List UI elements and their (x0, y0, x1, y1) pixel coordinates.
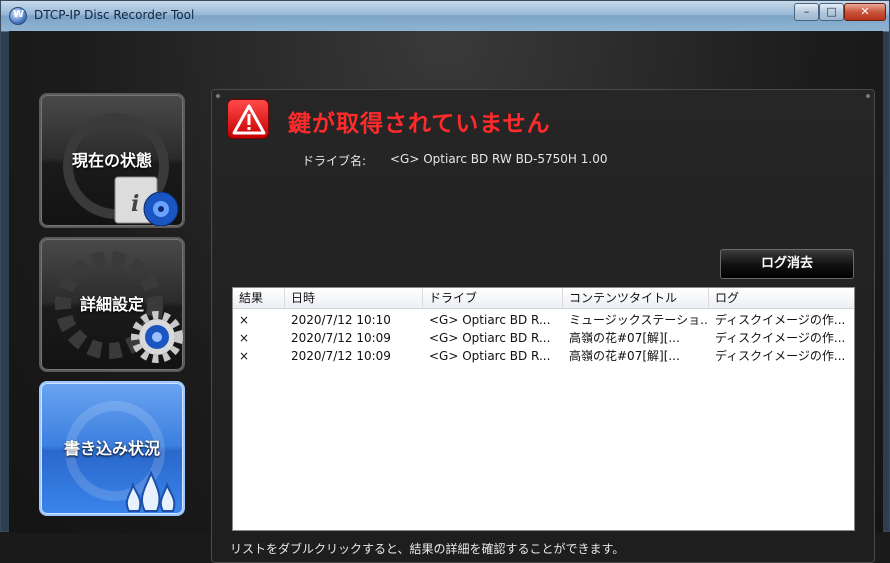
column-header-title[interactable]: コンテンツタイトル (563, 288, 709, 309)
maximize-button[interactable]: □ (819, 3, 844, 21)
double-click-hint: リストをダブルクリックすると、結果の詳細を確認することができます。 (230, 542, 625, 556)
key-error-message: 鍵が取得されていません (288, 111, 551, 137)
nav-write-status-button[interactable]: 書き込み状況 (39, 381, 185, 516)
table-row[interactable]: × 2020/7/12 10:09 <G> Optiarc BD R... 高嶺… (233, 347, 854, 365)
cell-result: × (239, 313, 250, 327)
app-window: W DTCP-IP Disc Recorder Tool – □ ✕ 現在の状態… (0, 0, 890, 563)
client-area: 現在の状態 i 詳細設定 書き込み状況 鍵が取得されていません ドライブ名: <… (9, 31, 883, 563)
cell-result: × (239, 331, 250, 345)
cell-drive: <G> Optiarc BD R... (429, 313, 551, 327)
cell-title: 高嶺の花#07[解][... (569, 331, 680, 345)
svg-text:i: i (131, 191, 139, 217)
window-title: DTCP-IP Disc Recorder Tool (34, 8, 195, 22)
drive-name-label: ドライブ名: (302, 154, 367, 168)
cell-drive: <G> Optiarc BD R... (429, 331, 551, 345)
clear-log-button[interactable]: ログ消去 (720, 249, 854, 279)
log-table[interactable]: 結果 日時 ドライブ コンテンツタイトル ログ × 2020/7/12 10:1… (232, 287, 855, 531)
column-header-result[interactable]: 結果 (233, 288, 285, 309)
table-row[interactable]: × 2020/7/12 10:10 <G> Optiarc BD R... ミュ… (233, 311, 854, 329)
log-table-header: 結果 日時 ドライブ コンテンツタイトル ログ (233, 288, 854, 309)
nav-write-status-label: 書き込み状況 (63, 439, 160, 458)
info-disc-icon: i (114, 176, 179, 226)
panel-screw (866, 94, 870, 98)
panel-screw (216, 94, 220, 98)
flame-icon (125, 470, 176, 512)
cell-datetime: 2020/7/12 10:09 (291, 331, 391, 345)
cell-log: ディスクイメージの作... (715, 349, 846, 363)
cell-datetime: 2020/7/12 10:10 (291, 313, 391, 327)
column-header-datetime[interactable]: 日時 (285, 288, 423, 309)
drive-name-value: <G> Optiarc BD RW BD-5750H 1.00 (390, 152, 608, 166)
cell-result: × (239, 349, 250, 363)
status-panel: 鍵が取得されていません ドライブ名: <G> Optiarc BD RW BD-… (211, 89, 875, 563)
table-row[interactable]: × 2020/7/12 10:09 <G> Optiarc BD R... 高嶺… (233, 329, 854, 347)
minimize-button[interactable]: – (794, 3, 819, 21)
cell-title: ミュージックステーショ... (569, 313, 709, 327)
nav-advanced-settings-button[interactable]: 詳細設定 (39, 237, 185, 372)
cell-datetime: 2020/7/12 10:09 (291, 349, 391, 363)
warning-icon (227, 99, 269, 139)
cell-title: 高嶺の花#07[解][... (569, 349, 680, 363)
column-header-drive[interactable]: ドライブ (423, 288, 563, 309)
app-logo-icon: W (9, 7, 27, 25)
cell-log: ディスクイメージの作... (715, 313, 846, 327)
gear-icon (131, 311, 183, 363)
nav-current-status-button[interactable]: 現在の状態 i (39, 93, 185, 228)
column-header-log[interactable]: ログ (709, 288, 854, 309)
cell-log: ディスクイメージの作... (715, 331, 846, 345)
cell-drive: <G> Optiarc BD R... (429, 349, 551, 363)
title-bar[interactable]: W DTCP-IP Disc Recorder Tool – □ ✕ (1, 1, 889, 31)
close-button[interactable]: ✕ (844, 3, 886, 21)
